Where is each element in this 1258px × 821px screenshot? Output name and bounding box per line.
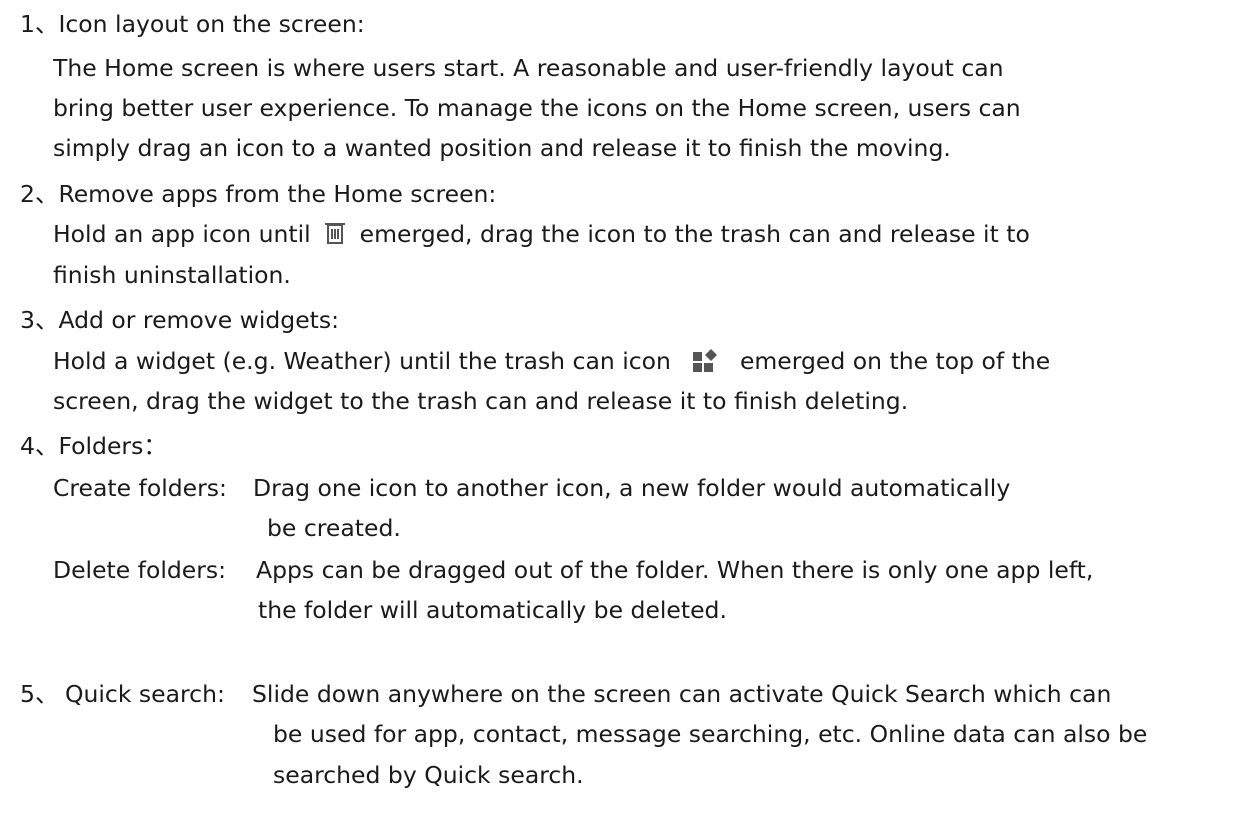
create-folders-text-1: Drag one icon to another icon, a new fol…	[253, 474, 1011, 502]
section-1-heading: Icon layout on the screen:	[58, 10, 365, 38]
section-4-number: 4、	[20, 432, 59, 460]
section-2-text-before-icon: Hold an app icon until	[53, 220, 311, 248]
section-2-heading: Remove apps from the Home screen:	[58, 180, 497, 208]
delete-folders-label: Delete folders:	[53, 556, 227, 584]
section-2-heading-line: 2、Remove apps from the Home screen:	[20, 177, 496, 211]
section-3-text-after-icon: emerged on the top of the	[739, 347, 1051, 375]
section-1-line-2: bring better user experience. To manage …	[53, 94, 1021, 122]
section-3-number: 3、	[20, 306, 59, 334]
delete-folders-line-1: Delete folders: Apps can be dragged out o…	[53, 553, 1093, 587]
section-5-line-1: 5、 Quick search: Slide down anywhere on th…	[20, 677, 1111, 711]
section-2-number: 2、	[20, 180, 59, 208]
quick-search-text-1: Slide down anywhere on the screen can ac…	[252, 680, 1112, 708]
section-5-number: 5、	[20, 680, 59, 708]
section-5-line-3: searched by Quick search.	[273, 761, 584, 789]
delete-folders-text-1: Apps can be dragged out of the folder. W…	[256, 556, 1094, 584]
section-5-line-2: be used for app, contact, message search…	[273, 720, 1148, 748]
section-3-line-1: Hold a widget (e.g. Weather) until the t…	[53, 344, 1050, 382]
section-3-line-2: screen, drag the widget to the trash can…	[53, 387, 909, 415]
section-2-line-1: Hold an app icon until emerged, drag the…	[53, 217, 1030, 255]
section-2-text-after-icon: emerged, drag the icon to the trash can …	[359, 220, 1030, 248]
instructions-document: 1、Icon layout on the screen: The Home sc…	[0, 0, 1258, 821]
section-3-heading-line: 3、Add or remove widgets:	[20, 303, 339, 337]
trash-can-icon	[322, 220, 348, 255]
delete-folders-line-2: the folder will automatically be deleted…	[258, 596, 727, 624]
widgets-icon	[692, 348, 718, 382]
section-4-heading: Folders：	[58, 432, 167, 460]
section-1-line-1: The Home screen is where users start. A …	[53, 54, 1004, 82]
section-1-heading-line: 1、Icon layout on the screen:	[20, 7, 365, 41]
create-folders-line-2: be created.	[267, 514, 401, 542]
section-3-heading: Add or remove widgets:	[58, 306, 340, 334]
section-1-number: 1、	[20, 10, 59, 38]
section-2-line-2: finish uninstallation.	[53, 261, 291, 289]
section-4-heading-line: 4、Folders：	[20, 429, 167, 463]
section-3-text-before-icon: Hold a widget (e.g. Weather) until the t…	[53, 347, 671, 375]
create-folders-label: Create folders:	[53, 474, 227, 502]
create-folders-line-1: Create folders: Drag one icon to another …	[53, 471, 1010, 505]
quick-search-label: Quick search:	[65, 680, 225, 708]
section-1-line-3: simply drag an icon to a wanted position…	[53, 134, 951, 162]
